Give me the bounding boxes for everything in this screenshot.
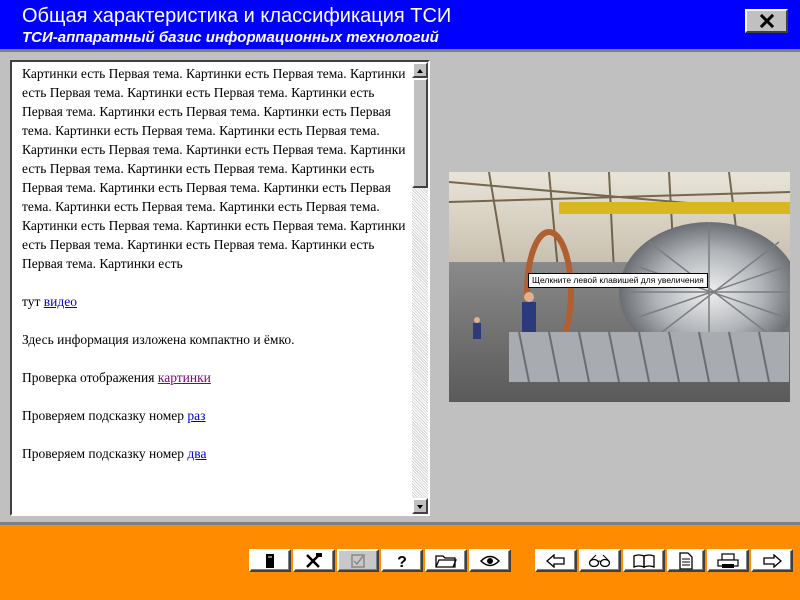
picture-prefix: Проверка отображения xyxy=(22,370,158,385)
video-link[interactable]: видео xyxy=(44,294,77,309)
back-button[interactable] xyxy=(535,549,577,572)
close-icon xyxy=(759,14,774,28)
picture-link[interactable]: картинки xyxy=(158,370,211,385)
tools-icon xyxy=(306,552,322,568)
hint1-paragraph: Проверяем подсказку номер раз xyxy=(22,406,412,425)
glasses-icon xyxy=(588,554,611,567)
document-icon xyxy=(679,551,693,570)
help-icon: ? xyxy=(397,554,407,569)
bottom-panel: ? xyxy=(0,522,800,600)
hint1-prefix: Проверяем подсказку номер xyxy=(22,408,188,423)
info-paragraph: Здесь информация изложена компактно и ём… xyxy=(22,332,295,347)
text-pane[interactable]: Картинки есть Первая тема. Картинки есть… xyxy=(10,60,430,516)
folder-icon xyxy=(435,554,457,568)
hint2-paragraph: Проверяем подсказку номер два xyxy=(22,444,412,463)
contents-button[interactable] xyxy=(249,549,291,572)
tools-button[interactable] xyxy=(293,549,335,572)
arrow-left-icon xyxy=(546,553,565,568)
image-tooltip: Щелкните левой клавишей для увеличения xyxy=(528,273,708,288)
view-button[interactable] xyxy=(469,549,511,572)
printer-icon xyxy=(717,552,739,568)
video-paragraph: тут видео xyxy=(22,292,412,311)
eye-icon xyxy=(480,555,500,566)
print-button[interactable] xyxy=(707,549,749,572)
checkbox-icon xyxy=(351,553,365,568)
svg-text:?: ? xyxy=(397,554,407,569)
help-button[interactable]: ? xyxy=(381,549,423,572)
book-button[interactable] xyxy=(623,549,665,572)
hint2-link[interactable]: два xyxy=(187,446,206,461)
check-button[interactable] xyxy=(337,549,379,572)
close-button[interactable] xyxy=(745,9,788,33)
intro-paragraph: Картинки есть Первая тема. Картинки есть… xyxy=(22,66,406,271)
open-folder-button[interactable] xyxy=(425,549,467,572)
book-icon xyxy=(633,553,655,568)
title-bar: Общая характеристика и классификация ТСИ… xyxy=(0,0,800,52)
window-title: Общая характеристика и классификация ТСИ xyxy=(22,5,452,27)
arrow-up-icon xyxy=(417,69,423,73)
text-content: Картинки есть Первая тема. Картинки есть… xyxy=(22,64,412,482)
scroll-down-button[interactable] xyxy=(412,498,428,514)
arrow-down-icon xyxy=(417,505,423,509)
main-area: Картинки есть Первая тема. Картинки есть… xyxy=(0,52,800,522)
hint1-link[interactable]: раз xyxy=(187,408,205,423)
glasses-button[interactable] xyxy=(579,549,621,572)
forward-button[interactable] xyxy=(751,549,793,572)
scroll-up-button[interactable] xyxy=(412,62,428,78)
video-prefix: тут xyxy=(22,294,44,309)
vertical-scrollbar[interactable] xyxy=(412,62,428,514)
scroll-thumb[interactable] xyxy=(412,78,428,188)
contents-icon xyxy=(266,553,274,568)
arrow-right-icon xyxy=(763,553,782,568)
document-button[interactable] xyxy=(667,549,705,572)
window-subtitle: ТСИ-аппаратный базис информационных техн… xyxy=(22,29,439,46)
hint2-prefix: Проверяем подсказку номер xyxy=(22,446,188,461)
picture-paragraph: Проверка отображения картинки xyxy=(22,368,412,387)
